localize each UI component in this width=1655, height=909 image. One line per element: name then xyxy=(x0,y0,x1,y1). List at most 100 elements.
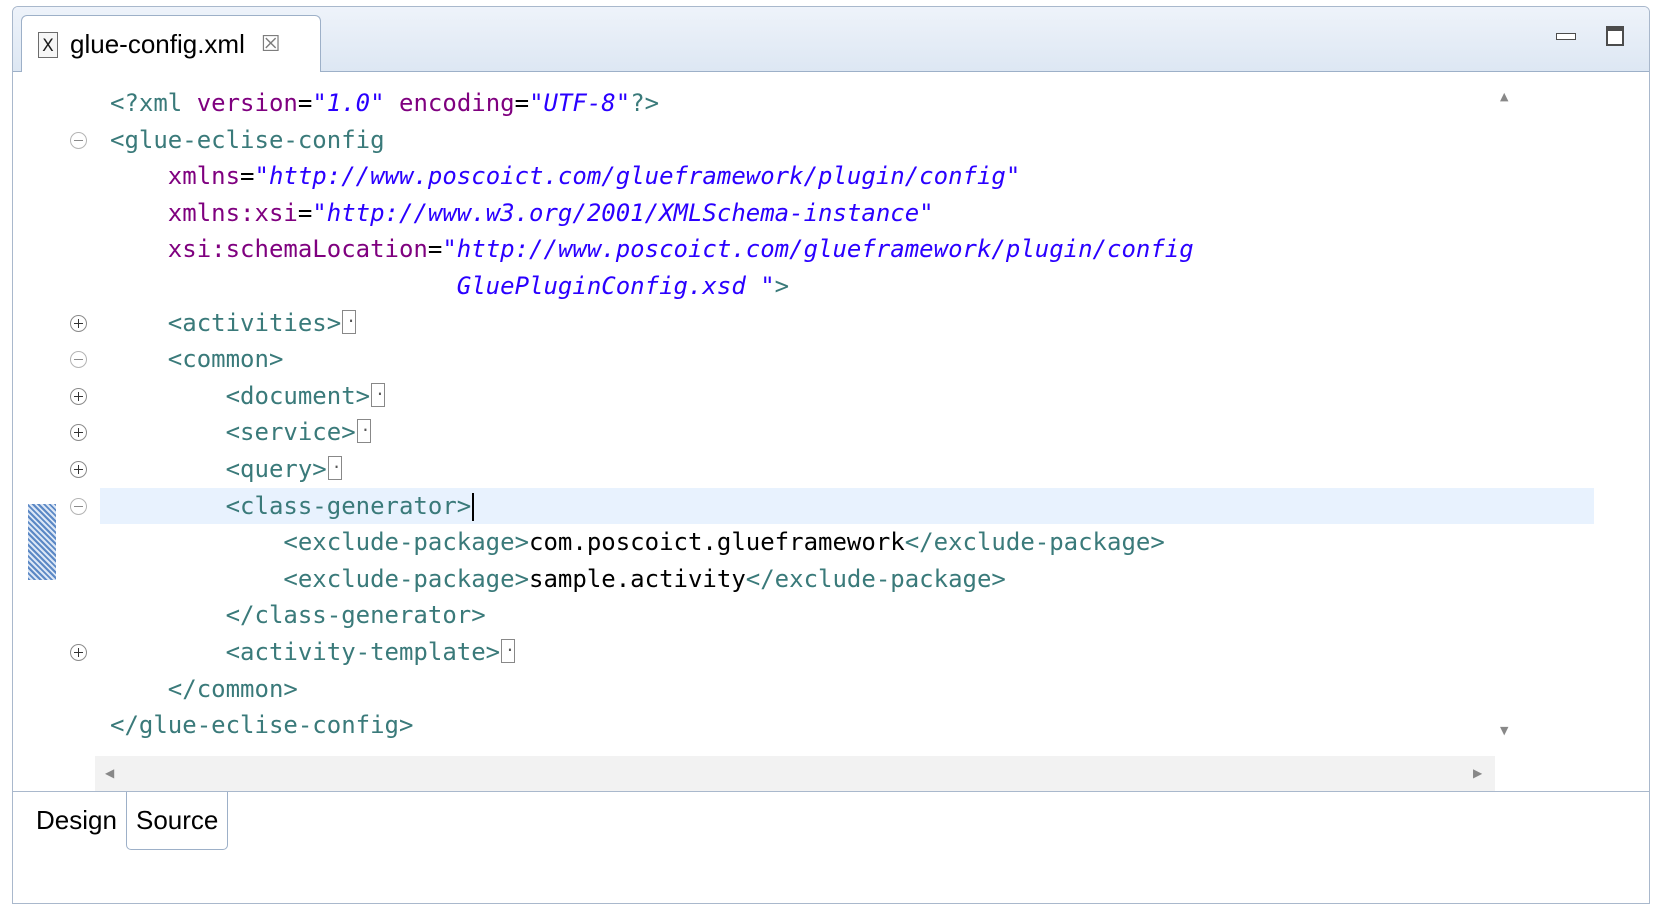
overview-ruler xyxy=(1526,72,1556,750)
xml-tag: </common> xyxy=(167,674,298,703)
xml-attribute-value: "1.0" xyxy=(312,89,385,117)
text-cursor xyxy=(472,492,475,521)
vertical-ruler xyxy=(28,72,56,750)
xml-tag: <exclude-package> xyxy=(283,564,530,593)
xml-tag: </exclude-package> xyxy=(904,528,1165,557)
scroll-up-arrow-icon[interactable]: ▲ xyxy=(1500,90,1508,103)
scroll-left-arrow-icon[interactable]: ◀ xyxy=(105,766,114,780)
scroll-right-arrow-icon[interactable]: ▶ xyxy=(1473,766,1482,780)
xml-attribute-value: "http://www.poscoict.com/glueframework/p… xyxy=(442,235,1194,264)
collapse-fold-icon[interactable] xyxy=(70,351,87,369)
code-line[interactable]: <exclude-package>com.poscoict.glueframew… xyxy=(110,524,1165,561)
xml-tag: <activities> xyxy=(167,308,342,337)
tab-design[interactable]: Design xyxy=(27,792,126,850)
xml-text xyxy=(110,638,226,666)
xml-attribute: xsi:schemaLocation xyxy=(167,235,428,264)
xml-text: = xyxy=(427,235,443,264)
xml-text xyxy=(110,675,168,703)
folded-content-marker[interactable] xyxy=(342,305,357,334)
expand-fold-icon[interactable] xyxy=(70,461,87,478)
xml-text xyxy=(110,565,283,593)
editor-page-tabs: Design Source xyxy=(13,791,1649,903)
xml-tag: </glue-eclise-config> xyxy=(110,711,414,740)
xml-tag: <class-generator> xyxy=(225,491,472,520)
code-line[interactable]: <query> xyxy=(110,451,342,488)
expand-fold-icon[interactable] xyxy=(70,314,87,332)
code-line[interactable]: xmlns="http://www.poscoict.com/glueframe… xyxy=(110,158,1021,195)
change-marker xyxy=(28,504,56,580)
xml-text xyxy=(110,418,226,446)
xml-attribute: encoding xyxy=(399,89,515,117)
xml-tag: <document> xyxy=(225,381,371,410)
xml-attribute-value: "http://www.w3.org/2001/XMLSchema-instan… xyxy=(312,198,934,227)
xml-text xyxy=(110,235,168,263)
minimize-icon[interactable] xyxy=(1553,23,1579,51)
expand-fold-icon[interactable] xyxy=(70,387,87,405)
expand-fold-icon[interactable] xyxy=(70,644,87,661)
code-line[interactable]: xsi:schemaLocation="http://www.poscoict.… xyxy=(110,231,1194,268)
xml-attribute-value: GluePluginConfig.xsd " xyxy=(456,272,775,300)
xml-tag: <common> xyxy=(167,345,284,374)
xml-tag: > xyxy=(774,272,790,300)
xml-tag: xml xyxy=(138,89,197,117)
collapse-fold-icon[interactable] xyxy=(70,131,87,149)
folded-content-marker[interactable] xyxy=(327,451,342,480)
folding-ruler xyxy=(56,72,106,750)
xml-tag: <service> xyxy=(225,418,356,447)
xml-attribute: xmlns xyxy=(167,162,241,191)
tab-source[interactable]: Source xyxy=(126,792,229,850)
xml-tag: <glue-eclise-config xyxy=(110,125,385,154)
maximize-icon[interactable] xyxy=(1603,23,1629,51)
code-line[interactable]: <common> xyxy=(110,341,284,378)
xml-tag: <? xyxy=(110,89,139,117)
code-line[interactable]: <document> xyxy=(110,378,386,415)
xml-text: = xyxy=(297,89,313,117)
code-line[interactable]: <glue-eclise-config xyxy=(110,122,385,159)
close-icon[interactable]: ☒ xyxy=(261,32,281,57)
code-line[interactable]: </common> xyxy=(110,671,298,708)
xml-text xyxy=(110,272,457,300)
code-line[interactable]: <?xml version="1.0" encoding="UTF-8"?> xyxy=(110,85,659,122)
folded-content-marker[interactable] xyxy=(371,378,386,407)
code-line[interactable]: <activities> xyxy=(110,305,357,342)
xml-tag: <activity-template> xyxy=(225,638,501,666)
xml-text xyxy=(110,455,226,483)
code-line[interactable]: </glue-eclise-config> xyxy=(110,707,413,744)
code-line[interactable]: <exclude-package>sample.activity</exclud… xyxy=(110,561,1005,598)
folded-content-marker[interactable] xyxy=(501,634,516,663)
expand-fold-icon[interactable] xyxy=(70,424,87,442)
code-line[interactable]: <class-generator> xyxy=(110,488,475,525)
xml-text: = xyxy=(297,198,313,227)
source-editor[interactable]: <?xml version="1.0" encoding="UTF-8"?> <g… xyxy=(13,72,1649,802)
tab-filename: glue-config.xml xyxy=(70,29,245,59)
xml-tag: <exclude-package> xyxy=(283,528,530,557)
xml-text xyxy=(110,601,226,629)
scroll-down-arrow-icon[interactable]: ▼ xyxy=(1500,724,1508,737)
code-line[interactable]: GluePluginConfig.xsd "> xyxy=(110,268,789,305)
code-line[interactable]: <activity-template> xyxy=(110,634,516,671)
xml-text: com.poscoict.glueframework xyxy=(529,528,905,557)
horizontal-scrollbar[interactable]: ◀ ▶ xyxy=(95,756,1495,796)
xml-text xyxy=(110,382,226,410)
code-text-area[interactable]: <?xml version="1.0" encoding="UTF-8"?> <g… xyxy=(100,72,1594,750)
folded-content-marker[interactable] xyxy=(356,414,371,444)
code-line[interactable]: xmlns:xsi="http://www.w3.org/2001/XMLSch… xyxy=(110,195,934,232)
xml-text xyxy=(110,309,168,337)
xml-attribute-value: "http://www.poscoict.com/glueframework/p… xyxy=(254,162,1021,191)
xml-attribute: xmlns:xsi xyxy=(167,198,298,227)
xml-file-icon: X xyxy=(38,31,58,58)
xml-text xyxy=(110,162,168,190)
xml-text xyxy=(110,528,283,556)
xml-tag: ?> xyxy=(630,89,660,117)
code-line[interactable]: </class-generator> xyxy=(110,597,486,634)
xml-text: = xyxy=(514,89,530,117)
editor-tab-bar: X glue-config.xml ☒ xyxy=(13,7,1649,73)
code-line[interactable]: <service> xyxy=(110,414,371,451)
xml-text xyxy=(110,345,168,373)
collapse-fold-icon[interactable] xyxy=(70,497,87,515)
xml-tag: </class-generator> xyxy=(225,601,486,630)
xml-text: = xyxy=(240,162,255,191)
xml-text xyxy=(385,89,399,117)
xml-text: sample.activity xyxy=(529,564,746,593)
tab-glue-config-xml[interactable]: X glue-config.xml ☒ xyxy=(21,15,321,73)
